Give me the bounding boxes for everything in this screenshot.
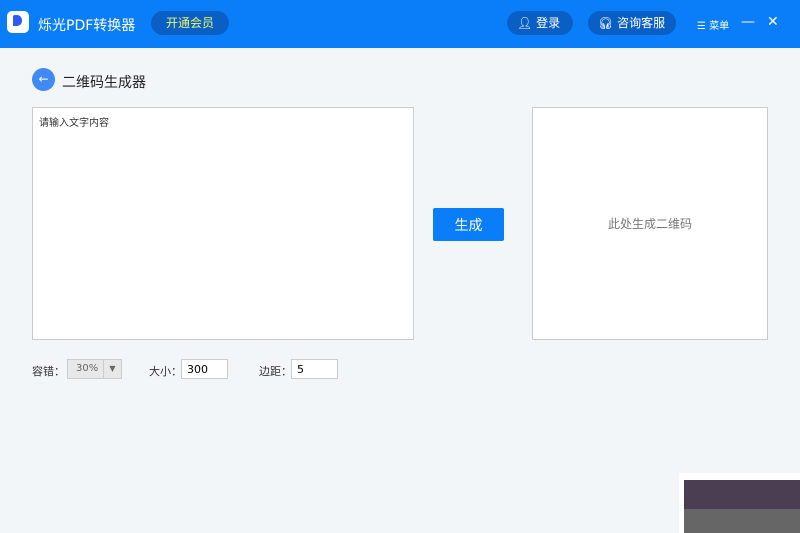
margin-label: 边距： bbox=[259, 365, 292, 378]
margin-input[interactable] bbox=[291, 359, 338, 379]
headset-icon: 🎧︎ bbox=[598, 16, 618, 30]
tolerance-label: 容错： bbox=[32, 365, 65, 378]
login-button[interactable]: 👤︎ 登录 bbox=[507, 11, 573, 35]
minimize-button[interactable]: — bbox=[741, 14, 755, 30]
support-button[interactable]: 🎧︎ 咨询客服 bbox=[588, 11, 676, 35]
app-logo-icon bbox=[7, 11, 29, 33]
title-bar: 烁光PDF转换器 开通会员 👤︎ 登录 🎧︎ 咨询客服 ☰ 菜单 — ✕ bbox=[0, 0, 800, 48]
generate-button[interactable]: 生成 bbox=[433, 208, 504, 241]
qr-preview: 此处生成二维码 bbox=[532, 107, 768, 340]
back-arrow-icon[interactable]: ← bbox=[32, 68, 55, 91]
vip-button[interactable]: 开通会员 bbox=[151, 11, 229, 35]
close-button[interactable]: ✕ bbox=[767, 14, 779, 30]
user-icon: 👤︎ bbox=[517, 16, 537, 30]
menu-button[interactable]: ☰ 菜单 bbox=[697, 17, 729, 32]
qr-placeholder: 此处生成二维码 bbox=[607, 217, 692, 231]
chevron-down-icon: ▼ bbox=[103, 360, 121, 378]
tolerance-select[interactable]: 30% ▼ bbox=[67, 359, 122, 379]
size-label: 大小： bbox=[149, 365, 182, 378]
size-input[interactable] bbox=[181, 359, 228, 379]
page-title: 二维码生成器 bbox=[62, 75, 146, 91]
image-thumbnail bbox=[679, 473, 800, 533]
text-input[interactable] bbox=[32, 107, 414, 340]
app-title: 烁光PDF转换器 bbox=[38, 18, 136, 34]
